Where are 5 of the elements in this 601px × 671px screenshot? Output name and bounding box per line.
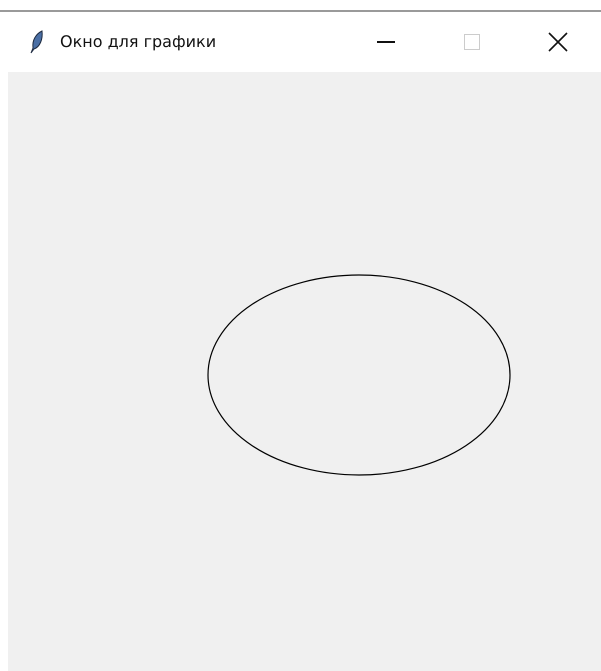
minimize-icon — [377, 41, 395, 43]
maximize-icon — [464, 34, 480, 50]
close-icon — [548, 32, 568, 52]
window-title: Окно для графики — [60, 31, 216, 53]
feather-icon — [30, 30, 44, 54]
